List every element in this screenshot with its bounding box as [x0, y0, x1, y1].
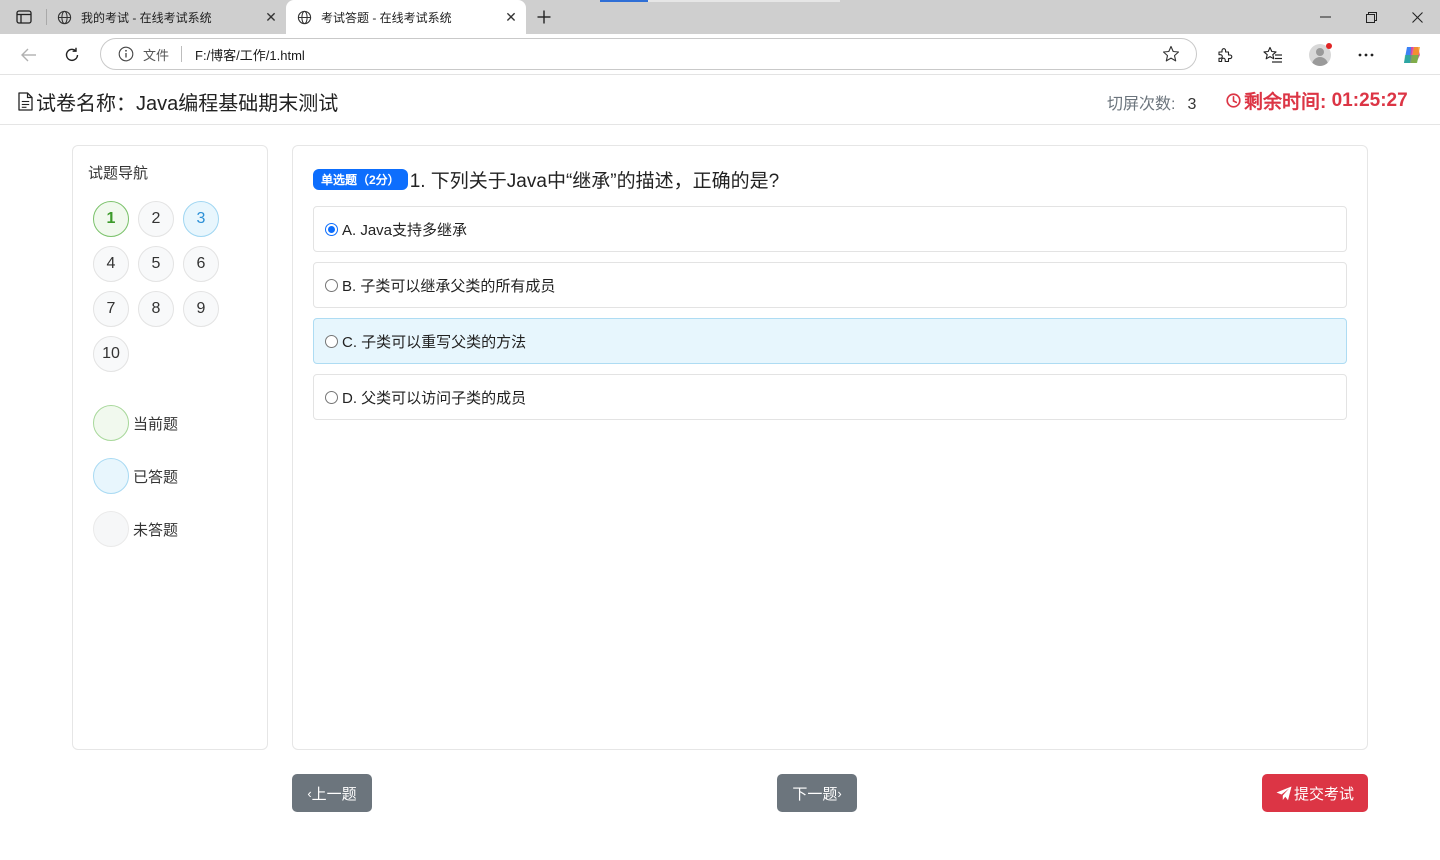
switch-label: 切屏次数: [1107, 96, 1176, 113]
time-value: 01:25:27 [1331, 89, 1408, 111]
address-scheme-label: 文件 [143, 47, 170, 63]
exam-header: 试卷名称： Java编程基础期末测试 切屏次数: 3 剩余时间: 01:25:27 [0, 75, 1440, 125]
favorites-list-icon[interactable] [1259, 42, 1287, 68]
option-b-label: B. 子类可以继承父类的所有成员 [342, 277, 556, 295]
legend-answered-swatch [93, 458, 129, 494]
question-header: 单选题（2分） 1. 下列关于Java中“继承”的描述，正确的是? [313, 166, 779, 193]
previous-question-label: 上一题 [311, 785, 357, 803]
paper-label: 试卷名称： [36, 93, 136, 115]
switch-screen-count: 切屏次数: 3 [1107, 90, 1196, 114]
globe-icon [56, 9, 72, 25]
address-bar[interactable]: 文件 F:/博客/工作/1.html [100, 38, 1197, 70]
back-arrow-icon[interactable] [14, 40, 44, 70]
option-c-radio[interactable] [325, 334, 338, 348]
next-question-label: 下一题 [792, 785, 838, 803]
time-label: 剩余时间: [1244, 92, 1327, 113]
document-icon [18, 92, 34, 112]
reload-icon[interactable] [57, 40, 87, 70]
info-icon[interactable] [117, 45, 135, 63]
question-nav-button-1[interactable]: 1 [93, 201, 129, 237]
next-question-button[interactable]: 下一题 › [777, 774, 857, 812]
option-a[interactable]: A. Java支持多继承 [313, 206, 1347, 252]
question-type-badge: 单选题（2分） [313, 169, 408, 190]
send-icon [1276, 786, 1292, 801]
legend-current-swatch [93, 405, 129, 441]
question-nav-button-3[interactable]: 3 [183, 201, 219, 237]
question-number-grid: 1 2 3 4 5 6 7 8 9 10 [93, 201, 233, 372]
option-c[interactable]: C. 子类可以重写父类的方法 [313, 318, 1347, 364]
option-d[interactable]: D. 父类可以访问子类的成员 [313, 374, 1347, 420]
previous-question-button[interactable]: ‹ 上一题 [292, 774, 372, 812]
tab-title: 我的考试 - 在线考试系统 [81, 10, 212, 25]
more-options-icon[interactable] [1352, 42, 1380, 68]
browser-tab-my-exams[interactable]: 我的考试 - 在线考试系统 ✕ [46, 0, 286, 34]
option-d-label: D. 父类可以访问子类的成员 [342, 389, 527, 407]
option-a-radio[interactable] [325, 222, 338, 236]
legend-unanswered-swatch [93, 511, 129, 547]
clock-icon [1226, 93, 1242, 109]
legend-unanswered: 未答题 [93, 511, 178, 547]
browser-toolbar: 文件 F:/博客/工作/1.html [0, 34, 1440, 75]
new-tab-plus-icon[interactable] [532, 5, 556, 29]
paper-name: Java编程基础期末测试 [136, 93, 339, 115]
option-d-radio[interactable] [325, 390, 338, 404]
submit-exam-label: 提交考试 [1293, 785, 1354, 803]
profile-avatar[interactable] [1306, 42, 1334, 68]
window-close-icon[interactable] [1394, 0, 1440, 34]
question-nav-button-9[interactable]: 9 [183, 291, 219, 327]
question-navigation-panel: 试题导航 1 2 3 4 5 6 7 8 9 10 当前题 已答题 未答题 [72, 145, 268, 750]
paper-title: 试卷名称： Java编程基础期末测试 [18, 87, 338, 116]
question-nav-button-2[interactable]: 2 [138, 201, 174, 237]
extensions-icon[interactable] [1211, 42, 1239, 68]
question-text: 1. 下列关于Java中“继承”的描述，正确的是? [409, 171, 780, 192]
legend-answered-label: 已答题 [133, 468, 179, 486]
sidebar-toggle-icon[interactable] [12, 8, 36, 26]
close-icon[interactable]: ✕ [260, 6, 282, 28]
legend-answered: 已答题 [93, 458, 178, 494]
question-nav-button-7[interactable]: 7 [93, 291, 129, 327]
browser-tab-strip: 我的考试 - 在线考试系统 ✕ 考试答题 - 在线考试系统 ✕ [0, 0, 1440, 34]
globe-icon [296, 9, 312, 25]
window-minimize-icon[interactable] [1302, 0, 1348, 34]
legend-current: 当前题 [93, 405, 178, 441]
legend-current-label: 当前题 [133, 415, 179, 433]
option-c-label: C. 子类可以重写父类的方法 [342, 333, 527, 351]
copilot-icon[interactable] [1398, 42, 1426, 68]
submit-exam-button[interactable]: 提交考试 [1262, 774, 1368, 812]
legend-unanswered-label: 未答题 [133, 521, 179, 539]
window-restore-icon[interactable] [1348, 0, 1394, 34]
tab-title: 考试答题 - 在线考试系统 [321, 10, 452, 25]
question-nav-button-6[interactable]: 6 [183, 246, 219, 282]
address-url[interactable]: F:/博客/工作/1.html [195, 45, 1160, 64]
switch-count-value: 3 [1187, 96, 1197, 113]
option-b[interactable]: B. 子类可以继承父类的所有成员 [313, 262, 1347, 308]
question-panel: 单选题（2分） 1. 下列关于Java中“继承”的描述，正确的是? A. Jav… [292, 145, 1368, 750]
browser-tab-exam-answer[interactable]: 考试答题 - 在线考试系统 ✕ [286, 0, 526, 34]
question-nav-button-8[interactable]: 8 [138, 291, 174, 327]
favorite-star-icon[interactable] [1160, 43, 1182, 65]
tab-loading-bar [600, 0, 840, 2]
remaining-time: 剩余时间: 01:25:27 [1226, 87, 1408, 114]
question-nav-button-4[interactable]: 4 [93, 246, 129, 282]
option-a-label: A. Java支持多继承 [342, 221, 468, 239]
close-icon[interactable]: ✕ [500, 6, 522, 28]
question-nav-button-10[interactable]: 10 [93, 336, 129, 372]
notification-dot [1326, 43, 1332, 49]
question-navigation-title: 试题导航 [88, 165, 149, 182]
question-nav-button-5[interactable]: 5 [138, 246, 174, 282]
option-b-radio[interactable] [325, 278, 338, 292]
chevron-right-icon: › [837, 785, 842, 801]
address-separator [181, 46, 183, 62]
